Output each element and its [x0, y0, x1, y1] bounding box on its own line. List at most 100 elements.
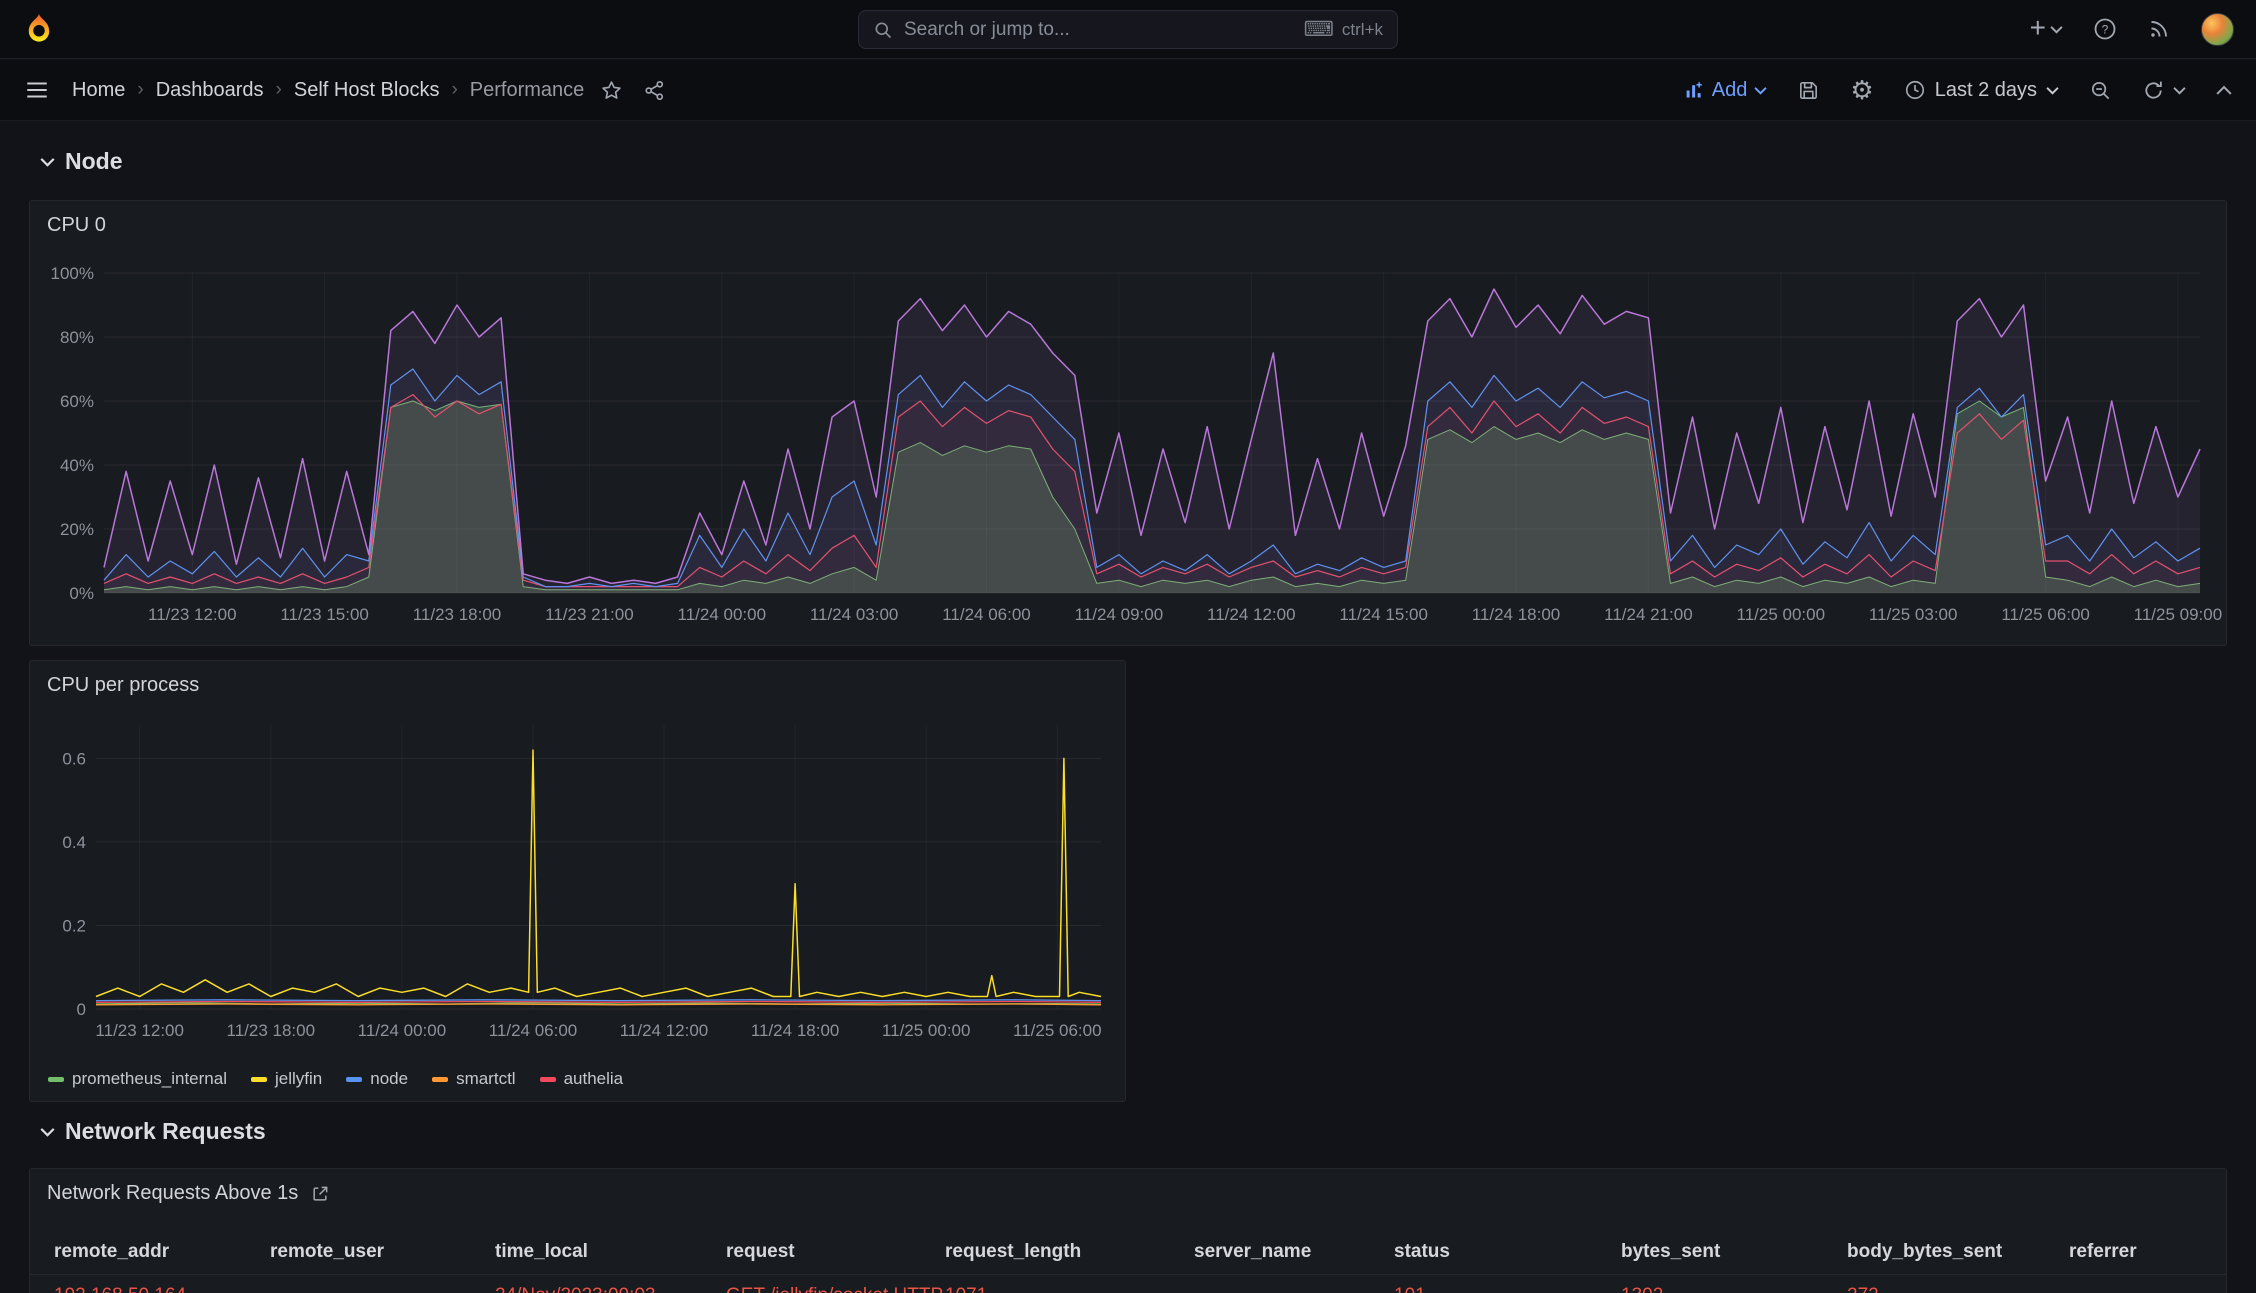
table-row[interactable]: 192.168.50.164-24/Nov/2023:09:03GET /jel…: [30, 1274, 2226, 1293]
table-cell: 24/Nov/2023:09:03: [495, 1275, 726, 1293]
grafana-logo[interactable]: [22, 12, 56, 46]
legend-item-node[interactable]: node: [346, 1069, 408, 1089]
grafana-dashboard-screen: Search or jump to... ⌨ ctrl+k + ? Home ›…: [0, 0, 2256, 1293]
legend-item-prometheus_internal[interactable]: prometheus_internal: [48, 1069, 227, 1089]
legend-item-smartctl[interactable]: smartctl: [432, 1069, 516, 1089]
breadcrumb-self-host-blocks[interactable]: Self Host Blocks: [294, 79, 440, 102]
add-button[interactable]: Add: [1684, 79, 1768, 102]
share-icon: [645, 80, 664, 100]
dashboard-settings-button[interactable]: ⚙: [1850, 77, 1873, 103]
svg-text:80%: 80%: [60, 328, 94, 347]
clock-icon: [1905, 80, 1924, 100]
refresh-interval-dropdown[interactable]: [2173, 86, 2186, 95]
chevron-down-icon: [40, 1127, 55, 1137]
svg-text:0.2: 0.2: [62, 917, 86, 936]
table-cell: 101: [1394, 1275, 1621, 1293]
panel-title-text: Network Requests Above 1s: [47, 1182, 299, 1204]
column-header-body_bytes_sent[interactable]: body_bytes_sent: [1847, 1230, 2069, 1274]
refresh-icon: [2145, 81, 2162, 99]
share-button[interactable]: [643, 79, 666, 102]
column-header-time_local[interactable]: time_local: [495, 1230, 726, 1274]
column-header-status[interactable]: status: [1394, 1230, 1621, 1274]
column-header-request[interactable]: request: [726, 1230, 945, 1274]
svg-text:11/24 12:00: 11/24 12:00: [1207, 605, 1296, 624]
legend-item-authelia[interactable]: authelia: [539, 1069, 623, 1089]
svg-text:11/24 06:00: 11/24 06:00: [942, 605, 1031, 624]
svg-text:11/23 21:00: 11/23 21:00: [545, 605, 634, 624]
section-row-node[interactable]: Node: [40, 148, 123, 175]
hide-toolbar-button[interactable]: [2216, 85, 2232, 96]
table-cell: -: [270, 1275, 495, 1293]
svg-text:11/24 15:00: 11/24 15:00: [1339, 605, 1428, 624]
save-dashboard-button[interactable]: [1797, 79, 1820, 102]
help-button[interactable]: ?: [2093, 17, 2117, 41]
svg-text:11/24 06:00: 11/24 06:00: [489, 1021, 578, 1040]
search-input[interactable]: Search or jump to... ⌨ ctrl+k: [858, 10, 1398, 49]
cpu0-chart[interactable]: 11/23 12:00 11/23 15:00 11/23 18:00 11/23 2…: [40, 249, 2223, 637]
favorite-button[interactable]: [600, 79, 623, 102]
keyboard-icon: ⌨: [1303, 18, 1334, 41]
zoom-out-button[interactable]: [2089, 79, 2112, 102]
top-navigation-bar: Search or jump to... ⌨ ctrl+k + ?: [0, 0, 2256, 59]
breadcrumb: Home › Dashboards › Self Host Blocks › P…: [72, 79, 584, 102]
legend-item-jellyfin[interactable]: jellyfin: [250, 1069, 322, 1089]
user-avatar[interactable]: [2201, 12, 2234, 46]
chevron-down-icon: [2050, 25, 2063, 34]
legend-swatch: [539, 1076, 556, 1082]
legend-swatch: [432, 1076, 449, 1082]
breadcrumb-dashboards[interactable]: Dashboards: [156, 79, 264, 102]
mega-menu-button[interactable]: [24, 79, 50, 101]
svg-text:60%: 60%: [60, 392, 94, 411]
news-button[interactable]: [2147, 17, 2171, 41]
legend-swatch: [250, 1076, 267, 1082]
grafana-flame-icon: [28, 14, 50, 42]
column-header-server_name[interactable]: server_name: [1194, 1230, 1394, 1274]
svg-text:11/25 09:00: 11/25 09:00: [2134, 605, 2223, 624]
svg-text:11/25 00:00: 11/25 00:00: [1737, 605, 1826, 624]
svg-text:0%: 0%: [69, 584, 94, 603]
table-header-row: remote_addr remote_user time_local request r…: [30, 1230, 2226, 1274]
panel-network-requests: Network Requests Above 1s remote_addr rem…: [29, 1168, 2227, 1293]
save-icon: [1800, 81, 1818, 99]
panel-cpu-per-process-title[interactable]: CPU per process: [30, 661, 1125, 710]
star-icon: [602, 80, 622, 99]
svg-text:11/24 21:00: 11/24 21:00: [1604, 605, 1693, 624]
svg-text:11/24 03:00: 11/24 03:00: [810, 605, 899, 624]
svg-text:?: ?: [2102, 23, 2109, 37]
new-menu-button[interactable]: +: [2030, 13, 2063, 42]
column-header-bytes_sent[interactable]: bytes_sent: [1621, 1230, 1847, 1274]
cpu-per-process-chart[interactable]: 11/23 12:00 11/23 18:00 11/24 00:00 11/24 0…: [40, 709, 1115, 1047]
svg-text:11/24 09:00: 11/24 09:00: [1075, 605, 1164, 624]
panel-cpu0-title[interactable]: CPU 0: [30, 201, 2226, 250]
external-link-icon[interactable]: [310, 1184, 330, 1204]
zoom-out-icon: [2091, 81, 2110, 99]
panel-network-requests-title[interactable]: Network Requests Above 1s: [30, 1169, 2226, 1218]
svg-text:11/25 00:00: 11/25 00:00: [882, 1021, 971, 1040]
shortcut-label: ctrl+k: [1341, 19, 1383, 39]
breadcrumb-separator: ›: [137, 79, 144, 100]
table-cell: 272: [1847, 1275, 2069, 1293]
panel-cpu0: CPU 0 11/23 12:00 11/23 15:00 11/23 18:00 1…: [29, 200, 2227, 646]
search-shortcut: ⌨ ctrl+k: [1304, 19, 1383, 40]
rss-icon: [2151, 21, 2167, 37]
cpu-per-process-legend: prometheus_internal jellyfin node smartctl a…: [48, 1069, 623, 1089]
refresh-button[interactable]: [2142, 79, 2165, 102]
column-header-request_length[interactable]: request_length: [945, 1230, 1194, 1274]
question-circle-icon: ?: [2094, 18, 2116, 40]
search-icon: [875, 22, 892, 38]
table-body: 192.168.50.164-24/Nov/2023:09:03GET /jel…: [30, 1274, 2226, 1293]
add-panel-icon: [1686, 81, 1702, 97]
section-row-network-requests[interactable]: Network Requests: [40, 1118, 266, 1145]
hamburger-icon: [27, 82, 47, 98]
add-button-label: Add: [1711, 78, 1748, 101]
column-header-referrer[interactable]: referrer: [2069, 1230, 2226, 1274]
column-header-remote_addr[interactable]: remote_addr: [54, 1230, 270, 1274]
column-header-remote_user[interactable]: remote_user: [270, 1230, 495, 1274]
svg-text:0.4: 0.4: [62, 833, 86, 852]
chevron-down-icon: [2046, 86, 2059, 95]
svg-text:11/25 06:00: 11/25 06:00: [1013, 1021, 1102, 1040]
breadcrumb-separator: ›: [451, 79, 458, 100]
time-range-picker[interactable]: Last 2 days: [1904, 79, 2059, 102]
breadcrumb-home[interactable]: Home: [72, 79, 125, 102]
svg-text:11/25 03:00: 11/25 03:00: [1869, 605, 1958, 624]
